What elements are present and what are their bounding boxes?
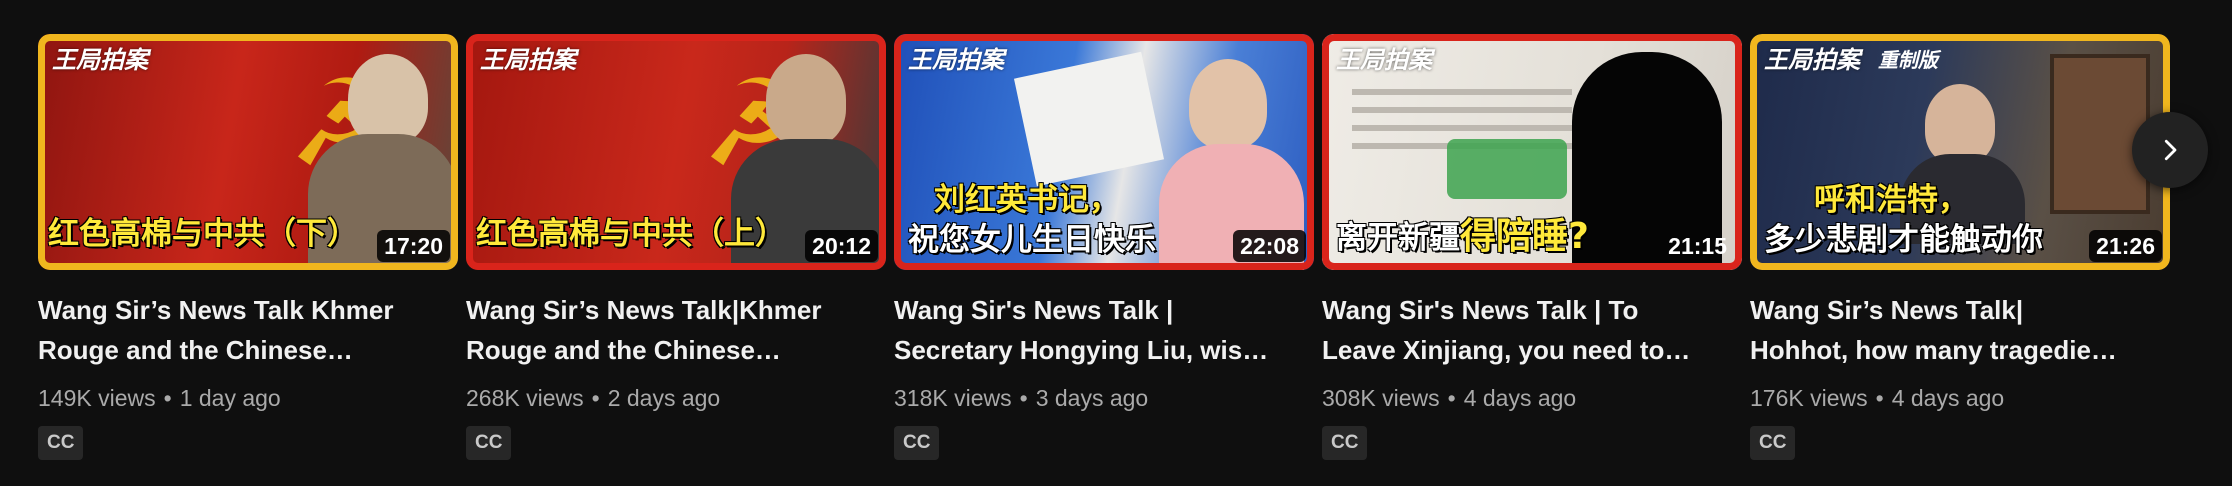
person-figure — [766, 54, 846, 146]
cc-badge: CC — [894, 426, 940, 460]
video-thumbnail[interactable]: 王局拍案 刘红英书记， 祝您女儿生日快乐 22:08 — [894, 34, 1314, 270]
duration-badge: 20:12 — [805, 230, 878, 262]
upload-age: 3 days ago — [1035, 385, 1149, 411]
video-title[interactable]: Wang Sir's News Talk | Secretary Hongyin… — [894, 290, 1314, 370]
video-thumbnail[interactable]: ☭ 王局拍案 红色高棉与中共（下） 17:20 — [38, 34, 458, 270]
video-card[interactable]: 王局拍案 离开新疆得陪睡? 21:15 Wang Sir's News Talk… — [1322, 34, 1742, 460]
video-metadata: 176K views • 4 days ago — [1750, 385, 2005, 411]
duration-badge: 21:26 — [2089, 230, 2162, 262]
duration-badge: 17:20 — [377, 230, 450, 262]
chevron-right-icon — [2164, 139, 2177, 161]
view-count: 176K views — [1750, 385, 1868, 411]
document-lines — [1352, 89, 1572, 95]
upload-age: 1 day ago — [179, 385, 281, 411]
cc-badge: CC — [38, 426, 84, 460]
channel-brand-tag: 王局拍案 — [908, 46, 1004, 74]
duration-badge: 22:08 — [1233, 230, 1306, 262]
thumbnail-caption: 呼和浩特， 多少悲剧才能触动你 — [1764, 182, 2043, 258]
view-count: 318K views — [894, 385, 1012, 411]
channel-brand-tag: 王局拍案 — [1336, 46, 1432, 74]
upload-age: 4 days ago — [1463, 385, 1577, 411]
cc-badge: CC — [1750, 426, 1796, 460]
person-figure — [348, 54, 428, 144]
video-thumbnail[interactable]: 王局拍案 重制版 呼和浩特， 多少悲剧才能触动你 21:26 — [1750, 34, 2170, 270]
chat-bubbles — [1447, 139, 1567, 199]
next-button[interactable] — [2132, 112, 2208, 188]
view-count: 308K views — [1322, 385, 1440, 411]
remastered-tag: 重制版 — [1878, 48, 1938, 72]
video-shelf: ☭ 王局拍案 红色高棉与中共（下） 17:20 Wang Sir’s News … — [0, 0, 2232, 486]
thumbnail-caption: 红色高棉与中共（下） — [48, 216, 358, 252]
duration-badge: 21:15 — [1668, 233, 1727, 259]
video-title[interactable]: Wang Sir’s News Talk Khmer Rouge and the… — [38, 290, 458, 370]
video-title[interactable]: Wang Sir's News Talk | To Leave Xinjiang… — [1322, 290, 1742, 370]
cc-badge: CC — [466, 426, 512, 460]
video-metadata: 318K views • 3 days ago — [894, 385, 1149, 411]
thumbnail-caption: 刘红英书记， 祝您女儿生日快乐 — [908, 182, 1156, 258]
thumbnail-caption: 红色高棉与中共（上） — [476, 216, 786, 252]
upload-age: 4 days ago — [1891, 385, 2005, 411]
video-metadata: 308K views • 4 days ago — [1322, 385, 1577, 411]
video-thumbnail[interactable]: ☭ 王局拍案 红色高棉与中共（上） 20:12 — [466, 34, 886, 270]
video-title[interactable]: Wang Sir’s News Talk|Khmer Rouge and the… — [466, 290, 886, 370]
cc-badge: CC — [1322, 426, 1368, 460]
channel-brand-tag: 王局拍案 — [480, 46, 576, 74]
channel-brand-tag: 王局拍案 — [1764, 46, 1860, 74]
video-card[interactable]: 王局拍案 刘红英书记， 祝您女儿生日快乐 22:08 Wang Sir's Ne… — [894, 34, 1314, 460]
video-card[interactable]: ☭ 王局拍案 红色高棉与中共（下） 17:20 Wang Sir’s News … — [38, 34, 458, 460]
thumbnail-caption: 离开新疆得陪睡? — [1336, 216, 1589, 257]
video-card[interactable]: 王局拍案 重制版 呼和浩特， 多少悲剧才能触动你 21:26 Wang Sir’… — [1750, 34, 2170, 460]
video-title[interactable]: Wang Sir’s News Talk| Hohhot, how many t… — [1750, 290, 2170, 370]
person-figure — [1189, 59, 1267, 149]
view-count: 149K views — [38, 385, 156, 411]
video-metadata: 268K views • 2 days ago — [466, 385, 721, 411]
person-figure — [1925, 84, 1995, 164]
video-thumbnail[interactable]: 王局拍案 离开新疆得陪睡? 21:15 — [1322, 34, 1742, 270]
channel-brand-tag: 王局拍案 — [52, 46, 148, 74]
upload-age: 2 days ago — [607, 385, 721, 411]
view-count: 268K views — [466, 385, 584, 411]
video-metadata: 149K views • 1 day ago — [38, 385, 281, 411]
video-card[interactable]: ☭ 王局拍案 红色高棉与中共（上） 20:12 Wang Sir’s News … — [466, 34, 886, 460]
